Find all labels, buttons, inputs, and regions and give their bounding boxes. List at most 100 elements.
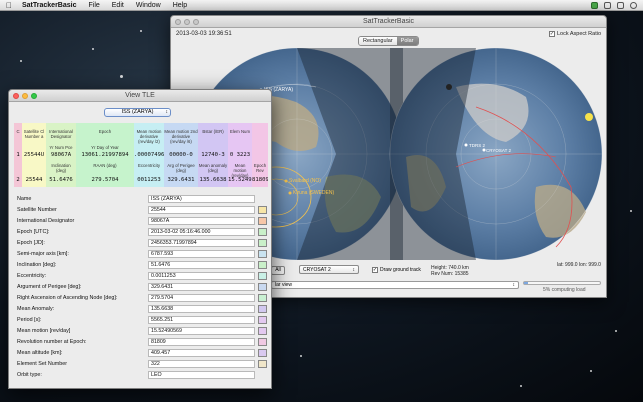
tle-col: Mean motion 2nd derivative (rev/day /6) … (164, 123, 198, 187)
row-value[interactable]: 5565.251 (148, 316, 255, 324)
color-swatch (258, 338, 267, 346)
color-swatch (258, 349, 267, 357)
view-select[interactable]: lar view ↕ (271, 281, 519, 289)
view-tle-window: View TLE ISS (ZARYA) ↕ C 1 2 Satellite C… (8, 89, 272, 389)
satellite-popup[interactable]: ISS (ZARYA) ↕ (104, 108, 171, 117)
menu-edit[interactable]: Edit (106, 0, 130, 11)
tle-row-arg-perigee: Argument of Perigee [deg]: 329.6431 (13, 282, 269, 293)
menu-file[interactable]: File (82, 0, 105, 11)
satellite-select[interactable]: CRYOSAT 2 ↕ (299, 265, 359, 274)
close-button[interactable] (13, 93, 19, 99)
color-swatch (258, 261, 267, 269)
menu-window[interactable]: Window (130, 0, 167, 11)
row-label: Element Set Number (17, 361, 68, 367)
tle-row-period: Period [s]: 5565.251 (13, 315, 269, 326)
tle-col: Bstar (/ER) 12740-3 Mean anomaly (deg) 1… (198, 123, 228, 187)
lock-aspect-checkbox[interactable]: ✓ Lock Aspect Ratio (549, 31, 601, 37)
menu-app-name[interactable]: SatTrackerBasic (16, 0, 82, 11)
main-window-title: SatTrackerBasic (362, 18, 415, 25)
row-value[interactable]: ISS (ZARYA) (148, 195, 255, 203)
color-swatch (258, 316, 267, 324)
tle-window-title: View TLE (125, 92, 155, 99)
row-label: Argument of Perigee [deg]: (17, 284, 82, 290)
tab-polar[interactable]: Polar (396, 37, 418, 45)
computing-status: 5% computing load (543, 287, 586, 293)
color-swatch (258, 327, 267, 335)
window-icon[interactable] (604, 1, 611, 9)
map-label-cryosat: CRYOSAT 2 (486, 148, 512, 153)
rev-label: Rev Num: 15385 (431, 271, 469, 277)
map-label-tdrs: TDRS 2 (469, 143, 486, 148)
select-arrows-icon: ↕ (352, 267, 356, 273)
tle-row-intl-designator: International Designator 98067A (13, 216, 269, 227)
row-label: Name (17, 196, 32, 202)
sun-icon (585, 113, 593, 121)
row-value[interactable]: 98067A (148, 217, 255, 225)
tle-row-epoch-jd: Epoch [JD]: 2456353.71997894 (13, 238, 269, 249)
row-value[interactable]: 329.6431 (148, 283, 255, 291)
tle-row-mean-anomaly: Mean Anomaly: 135.6638 (13, 304, 269, 315)
checkbox-icon[interactable]: ✓ (372, 267, 378, 273)
row-label: Mean Anomaly: (17, 306, 55, 312)
app-status-icon[interactable] (591, 1, 598, 9)
row-label: Epoch [UTC]: (17, 229, 50, 235)
tle-row-orbit-type: Orbit type: LEO (13, 370, 269, 381)
window-controls (13, 93, 37, 99)
row-value[interactable]: 135.6638 (148, 305, 255, 313)
close-button[interactable] (175, 19, 181, 25)
draw-ground-track-checkbox[interactable]: ✓ Draw ground track (372, 267, 421, 273)
row-value[interactable]: 15.52490569 (148, 327, 255, 335)
row-value[interactable]: 81809 (148, 338, 255, 346)
row-value[interactable]: 51.6476 (148, 261, 255, 269)
color-swatch (258, 217, 267, 225)
color-swatch (258, 294, 267, 302)
tle-col: Epoch Rev 818099 (252, 123, 268, 187)
checkbox-icon[interactable]: ✓ (549, 31, 555, 37)
apple-menu-icon[interactable]:  (6, 0, 16, 11)
all-button[interactable]: All (271, 266, 285, 275)
select-arrows-icon: ↕ (165, 109, 169, 115)
row-label: Eccentricity: (17, 273, 47, 279)
tle-col: C 1 2 (14, 123, 22, 187)
row-value[interactable]: 6787.593 (148, 250, 255, 258)
tle-row-epoch-utc: Epoch [UTC]: 2013-03-02 05:16:46.000 (13, 227, 269, 238)
color-swatch (258, 272, 267, 280)
window-controls (175, 19, 199, 25)
zoom-button[interactable] (193, 19, 199, 25)
main-window-titlebar[interactable]: SatTrackerBasic (171, 16, 606, 28)
projection-segmented-control: Rectangular Polar (358, 36, 419, 46)
tle-row-rev-number: Revolution number at Epoch: 81809 (13, 337, 269, 348)
tle-row-element-set: Element Set Number 322 (13, 359, 269, 370)
row-label: Mean altitude [km]: (17, 350, 63, 356)
row-value[interactable]: 2013-03-02 05:16:46.000 (148, 228, 255, 236)
row-value[interactable]: 25544 (148, 206, 255, 214)
row-value[interactable]: 2456353.71997894 (148, 239, 255, 247)
tle-window-titlebar[interactable]: View TLE (9, 90, 271, 102)
row-value[interactable]: 322 (148, 360, 255, 368)
computing-progress (523, 281, 601, 285)
color-swatch (258, 206, 267, 214)
status-tray (591, 1, 643, 9)
minimize-button[interactable] (184, 19, 190, 25)
color-swatch (258, 305, 267, 313)
row-value[interactable]: 409.457 (148, 349, 255, 357)
menu-help[interactable]: Help (167, 0, 193, 11)
row-label: Mean motion [rev/day] (17, 328, 71, 334)
datetime-label: 2013-03-03 19:36:51 (176, 31, 232, 37)
clock-icon[interactable] (630, 1, 637, 9)
tle-format-diagram: C 1 2 Satellite Cl Number a 25544U 25544… (14, 123, 268, 187)
map-label-kiruna: Kiruna (SWEDEN) (293, 190, 334, 196)
minimize-button[interactable] (22, 93, 28, 99)
row-value[interactable]: 0.0011253 (148, 272, 255, 280)
map-label-svalbard: Svalbard (NO) (289, 178, 321, 184)
row-value[interactable]: LEO (148, 371, 255, 379)
row-label: International Designator (17, 218, 75, 224)
sat-info: Height: 740.0 km Rev Num: 15385 (431, 265, 469, 277)
tle-detail-list: Name ISS (ZARYA) Satellite Number 25544 … (13, 194, 269, 381)
tle-col: Elem Num 0 3223 Mean motion (rev/day) 15… (228, 123, 252, 187)
sync-icon[interactable] (617, 1, 624, 9)
tab-rectangular[interactable]: Rectangular (359, 37, 397, 45)
satellite-select-value: CRYOSAT 2 (303, 267, 331, 273)
row-value[interactable]: 279.5704 (148, 294, 255, 302)
zoom-button[interactable] (31, 93, 37, 99)
